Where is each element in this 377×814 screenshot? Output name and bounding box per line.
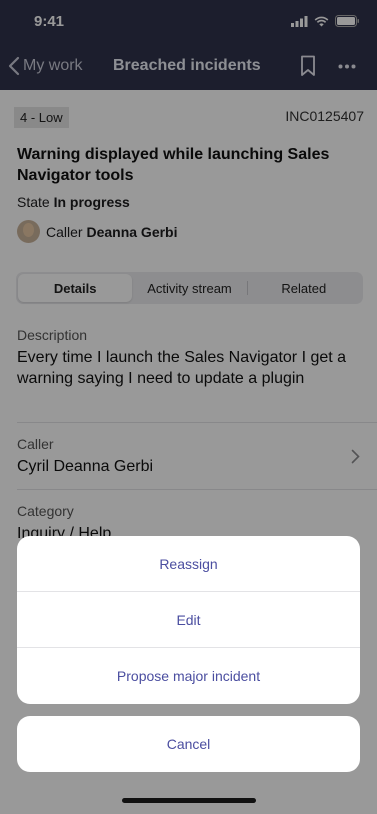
edit-button[interactable]: Edit [17,592,360,648]
action-sheet: Reassign Edit Propose major incident [17,536,360,704]
home-indicator [122,798,256,803]
propose-major-incident-button[interactable]: Propose major incident [17,648,360,704]
reassign-button[interactable]: Reassign [17,536,360,592]
cancel-button[interactable]: Cancel [17,716,360,772]
